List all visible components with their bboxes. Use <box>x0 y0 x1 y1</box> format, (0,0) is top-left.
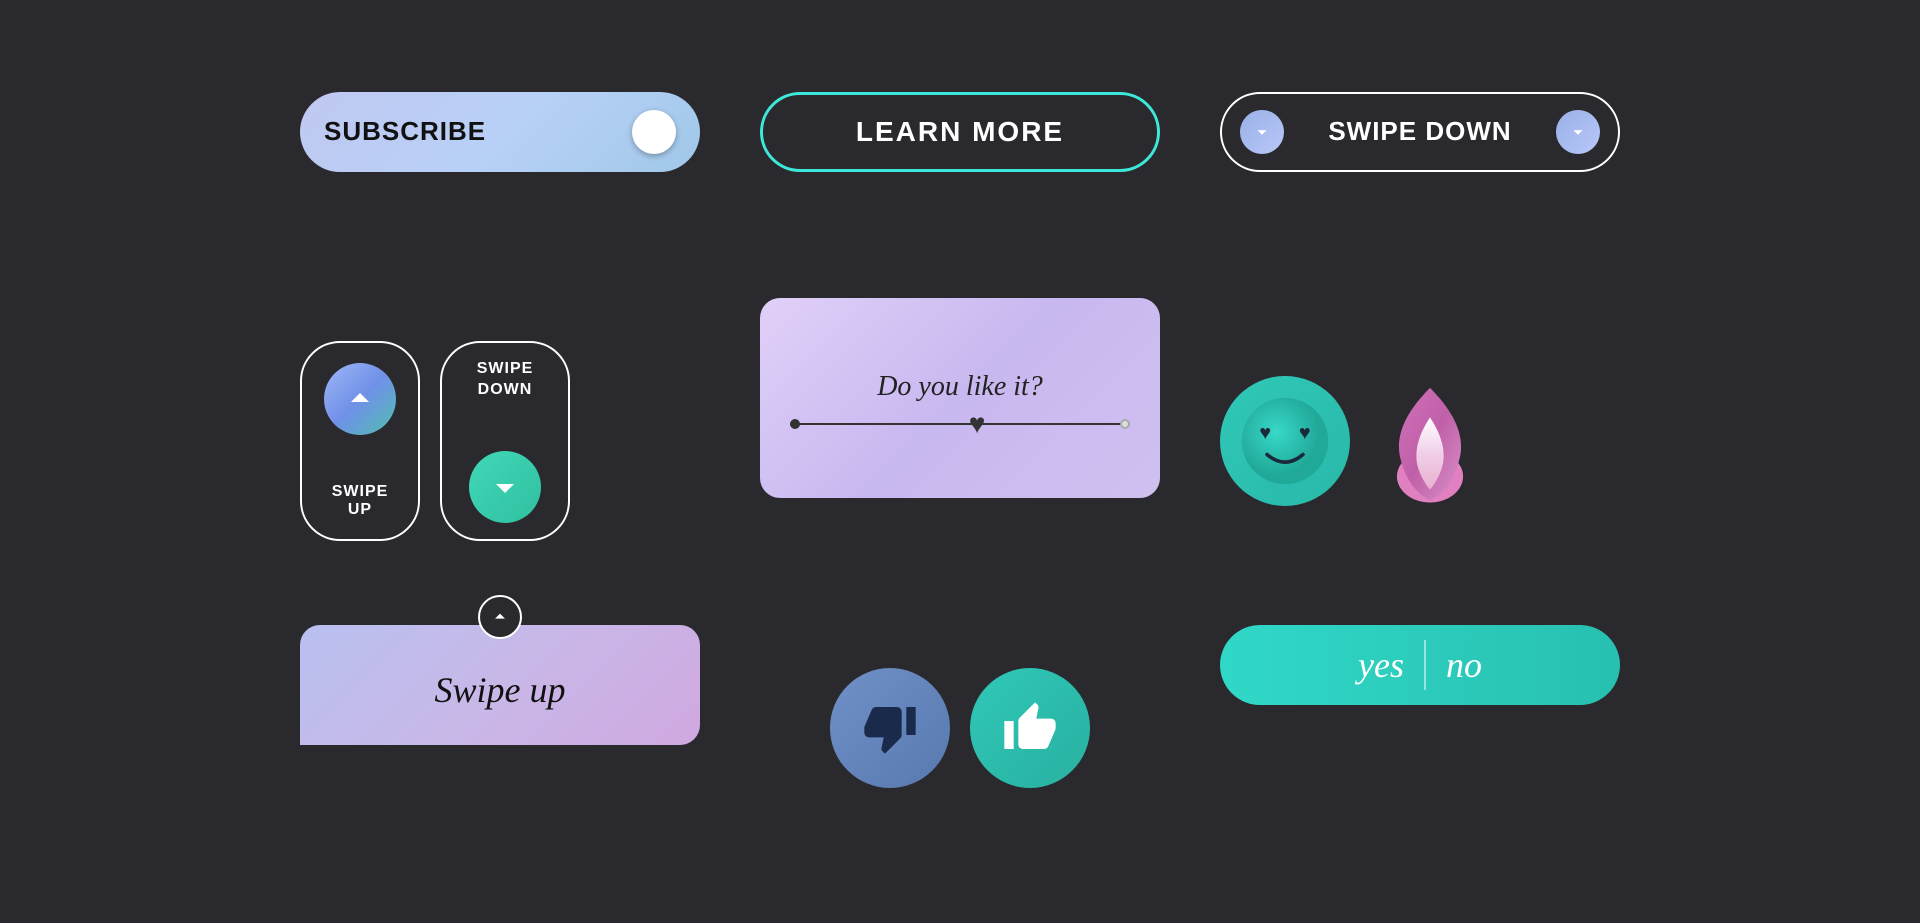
swipe-down-pill[interactable]: SWIPEDOWN <box>440 341 570 541</box>
yes-label: yes <box>1358 644 1404 686</box>
svg-text:♥: ♥ <box>1299 423 1311 445</box>
chevron-left-circle <box>1240 110 1284 154</box>
thumbs-group <box>760 625 1160 832</box>
thumbs-down-button[interactable] <box>830 668 950 788</box>
no-label: no <box>1446 644 1482 686</box>
subscribe-toggle[interactable]: SUBSCRIBE <box>300 92 700 172</box>
yes-no-divider <box>1424 640 1426 690</box>
learn-more-button[interactable]: LEARN MORE <box>760 92 1160 172</box>
swipe-down-label: SWIPEDOWN <box>477 359 534 401</box>
fire-emoji <box>1380 376 1480 506</box>
swipe-down-top-label: SWIPE DOWN <box>1328 116 1511 147</box>
arrow-down-circle <box>469 451 541 523</box>
chevron-right-circle <box>1556 110 1600 154</box>
swipe-up-card[interactable]: Swipe up <box>300 625 700 745</box>
learn-more-label: LEARN MORE <box>856 116 1064 148</box>
subscribe-label: SUBSCRIBE <box>324 116 486 147</box>
swipe-up-script-label: Swipe up <box>435 669 566 711</box>
love-emoji: ♥ ♥ <box>1220 376 1350 506</box>
like-it-card: Do you like it? ♥ <box>760 298 1160 498</box>
slider-left-dot <box>790 419 800 429</box>
emoji-group: ♥ ♥ <box>1220 298 1620 585</box>
swipe-up-notch <box>478 595 522 639</box>
slider-heart-icon: ♥ <box>969 408 986 440</box>
swipe-down-top-button[interactable]: SWIPE DOWN <box>1220 92 1620 172</box>
swipe-up-label: SWIPEUP <box>332 483 389 519</box>
slider-right-dot <box>1120 419 1130 429</box>
swipe-buttons-group: SWIPEUP SWIPEDOWN <box>300 298 700 585</box>
arrow-up-circle <box>324 363 396 435</box>
svg-text:♥: ♥ <box>1259 423 1271 445</box>
slider-track: ♥ <box>790 423 1130 425</box>
toggle-circle[interactable] <box>632 110 676 154</box>
like-card-title: Do you like it? <box>877 371 1043 403</box>
yes-no-button[interactable]: yes no <box>1220 625 1620 705</box>
like-slider[interactable]: ♥ <box>790 423 1130 425</box>
swipe-up-pill[interactable]: SWIPEUP <box>300 341 420 541</box>
thumbs-up-button[interactable] <box>970 668 1090 788</box>
